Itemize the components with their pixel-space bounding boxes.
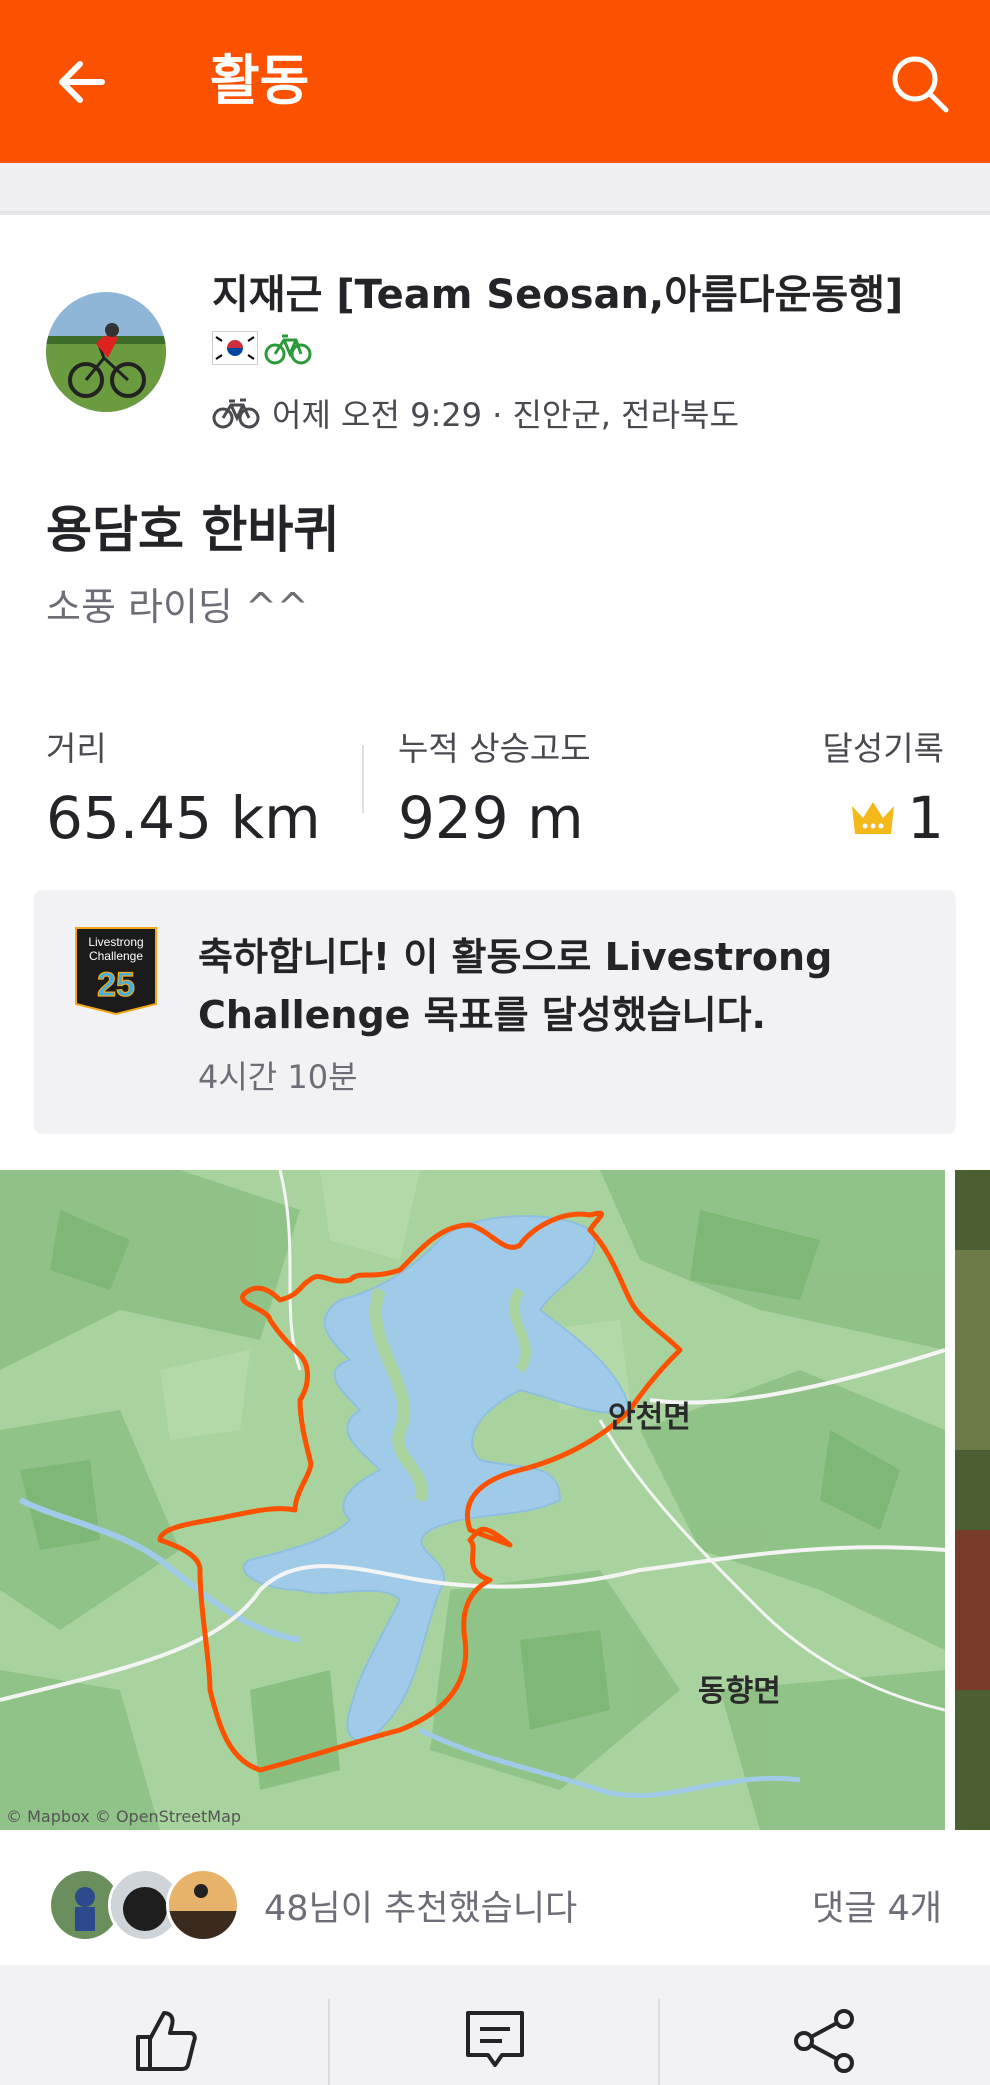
stat-elevation-label: 누적 상승고도 — [398, 729, 591, 768]
social-row: 48님이 추천했습니다 댓글 4개 — [0, 1830, 990, 1965]
stat-distance-label: 거리 — [46, 729, 107, 768]
stat-achievements[interactable]: 달성기록 1 — [823, 722, 944, 852]
app-header: 활동 — [0, 0, 990, 163]
stat-achievements-value: 1 — [907, 784, 944, 852]
comment-icon[interactable] — [460, 2005, 530, 2075]
ride-icon — [212, 398, 260, 429]
athlete-avatar[interactable] — [46, 292, 166, 412]
achievement-message: 축하합니다! 이 활동으로 Livestrong Challenge 목표를 달… — [198, 935, 833, 1037]
header-spacer — [0, 163, 990, 215]
kudos-icon[interactable] — [130, 2005, 200, 2075]
stat-distance: 거리 65.45 km — [46, 722, 321, 852]
stat-elevation-value: 929 m — [398, 784, 584, 852]
athlete-badges — [212, 328, 312, 368]
badge-text-1: Livestrong — [88, 935, 143, 949]
athlete-name[interactable]: 지재근 [Team Seosan,아름다운동행] — [212, 262, 903, 320]
activity-title: 용담호 한바퀴 — [46, 501, 340, 559]
map-label-2: 동향면 — [698, 1674, 781, 1709]
activity-time-location: 어제 오전 9:29 · 진안군, 전라북도 — [272, 396, 739, 434]
achievement-time: 4시간 10분 — [198, 1058, 358, 1096]
badge-number: 25 — [97, 966, 135, 1004]
map-canvas — [0, 1170, 945, 1830]
korea-flag-icon — [212, 331, 258, 365]
livestrong-challenge-badge-icon: Livestrong Challenge 25 — [75, 927, 157, 1016]
stat-divider — [362, 745, 364, 813]
kudos-count-text[interactable]: 48님이 추천했습니다 — [264, 1880, 577, 1931]
map-label-1: 안천면 — [608, 1400, 691, 1435]
stat-achievements-row: 1 — [823, 784, 944, 852]
map-attribution[interactable]: © Mapbox © OpenStreetMap — [6, 1807, 241, 1826]
search-icon[interactable] — [888, 52, 952, 116]
bicycle-icon — [264, 334, 312, 365]
stat-achievements-label: 달성기록 — [822, 729, 944, 768]
activity-description: 소풍 라이딩 ^^ — [46, 585, 309, 629]
badge-text-2: Challenge — [89, 949, 143, 963]
route-map[interactable]: 안천면 동향면 © Mapbox © OpenStreetMap — [0, 1170, 945, 1830]
share-icon[interactable] — [790, 2005, 860, 2075]
action-bar — [0, 1965, 990, 2085]
activity-meta: 어제 오전 9:29 · 진안군, 전라북도 — [212, 390, 739, 436]
action-separator-1 — [328, 1999, 330, 2085]
comments-count-text[interactable]: 댓글 4개 — [812, 1880, 942, 1931]
crown-icon — [852, 802, 895, 834]
stat-elevation: 누적 상승고도 929 m — [398, 722, 591, 852]
back-arrow-icon[interactable] — [52, 52, 112, 112]
challenge-achievement-card[interactable]: Livestrong Challenge 25 축하합니다! 이 활동으로 Li… — [34, 890, 956, 1134]
kudos-avatar-3[interactable] — [166, 1868, 240, 1942]
action-separator-2 — [658, 1999, 660, 2085]
next-photo-preview[interactable] — [955, 1170, 990, 1830]
page-title: 활동 — [210, 49, 310, 112]
stat-distance-value: 65.45 km — [46, 784, 321, 852]
